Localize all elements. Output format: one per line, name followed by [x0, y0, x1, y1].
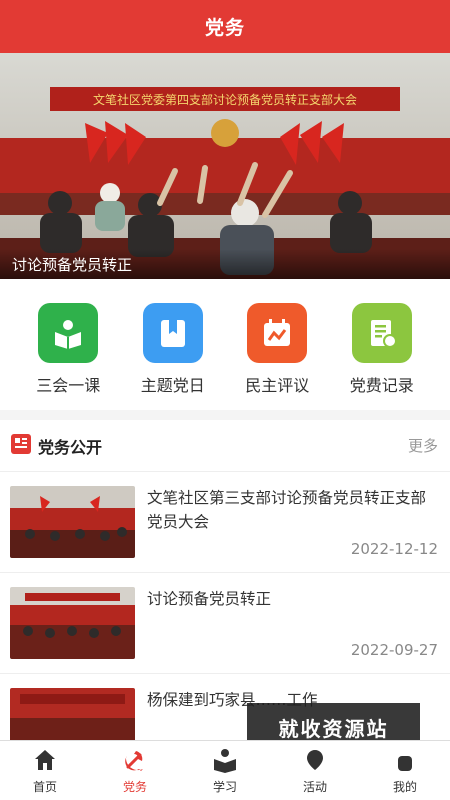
activity-icon	[302, 747, 328, 773]
news-date: 2022-12-12	[350, 540, 438, 558]
tab-party[interactable]: 党务	[90, 741, 180, 800]
profile-icon	[392, 747, 418, 773]
receipt-icon	[351, 303, 412, 363]
tab-label: 学习	[212, 780, 237, 794]
banner-carousel[interactable]: 文笔社区党委第四支部讨论预备党员转正支部大会 讨论预备党员转正	[0, 53, 450, 279]
page-title: 党务	[204, 17, 245, 39]
news-title: 讨论预备党员转正	[147, 590, 272, 608]
news-title: 文笔社区第三支部讨论预备党员转正支部党员大会	[147, 489, 427, 531]
quick-nav-evaluation[interactable]: 民主评议	[232, 303, 322, 396]
quick-nav: 三会一课 主题党日 民主评议 党费记录	[0, 279, 450, 410]
chart-calendar-icon	[247, 303, 308, 363]
tab-label: 我的	[392, 780, 417, 794]
tab-home[interactable]: 首页	[0, 741, 90, 800]
news-list-icon	[10, 433, 32, 459]
party-emblem-icon	[122, 747, 148, 773]
news-thumbnail	[10, 587, 135, 659]
home-icon	[32, 747, 58, 773]
more-link[interactable]: 更多	[408, 435, 438, 456]
quick-nav-meetings[interactable]: 三会一课	[23, 303, 113, 396]
tab-label: 活动	[302, 780, 327, 794]
news-item[interactable]: 讨论预备党员转正 2022-09-27	[0, 573, 450, 674]
divider	[0, 410, 450, 420]
tab-label: 首页	[32, 780, 57, 794]
backdrop-banner-text: 文笔社区党委第四支部讨论预备党员转正支部大会	[93, 92, 357, 107]
tab-profile[interactable]: 我的	[360, 741, 450, 800]
news-thumbnail	[10, 486, 135, 558]
quick-nav-dues[interactable]: 党费记录	[337, 303, 427, 396]
news-body: 讨论预备党员转正 2022-09-27	[147, 587, 438, 659]
banner-caption: 讨论预备党员转正	[0, 249, 450, 279]
bookmark-icon	[142, 303, 203, 363]
tab-activity[interactable]: 活动	[270, 741, 360, 800]
quick-nav-label: 主题党日	[140, 376, 205, 395]
book-reader-icon	[38, 303, 99, 363]
section-header: 党务公开 更多	[0, 420, 450, 472]
tab-label: 党务	[122, 780, 147, 794]
news-date: 2022-09-27	[350, 641, 438, 659]
section-title: 党务公开	[38, 437, 103, 457]
news-body: 文笔社区第三支部讨论预备党员转正支部党员大会 2022-12-12	[147, 486, 438, 558]
bottom-tab-bar: 首页 党务 学习 活动 我的	[0, 740, 450, 800]
app-screen: 党务 文笔社区党委第四支部讨论预备党员转正支部大会 讨论预备党员转正 三会一课 …	[0, 0, 450, 800]
quick-nav-label: 三会一课	[36, 376, 101, 395]
quick-nav-label: 民主评议	[245, 376, 310, 395]
tab-study[interactable]: 学习	[180, 741, 270, 800]
section-title-group: 党务公开	[10, 433, 102, 459]
news-item[interactable]: 文笔社区第三支部讨论预备党员转正支部党员大会 2022-12-12	[0, 472, 450, 573]
top-header: 党务	[0, 0, 450, 53]
quick-nav-theme-day[interactable]: 主题党日	[128, 303, 218, 396]
quick-nav-label: 党费记录	[349, 376, 414, 395]
study-icon	[212, 747, 238, 773]
meeting-photo: 文笔社区党委第四支部讨论预备党员转正支部大会	[0, 53, 450, 279]
